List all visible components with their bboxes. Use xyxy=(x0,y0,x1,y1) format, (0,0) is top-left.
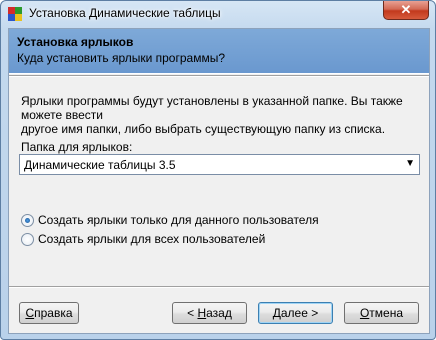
description-text: Ярлыки программы будут установлены в ука… xyxy=(21,94,421,136)
back-mnemonic: Н xyxy=(197,306,207,320)
description-line-1: Ярлыки программы будут установлены в ука… xyxy=(21,94,403,122)
chevron-down-icon[interactable]: ▼ xyxy=(405,158,415,169)
folder-combobox[interactable]: Динамические таблицы 3.5 ▼ xyxy=(19,154,420,175)
back-button[interactable]: < Назад xyxy=(172,302,247,324)
help-label: правка xyxy=(34,306,73,320)
wizard-page-title: Установка ярлыков xyxy=(17,35,134,49)
radio-current-user-label[interactable]: Создать ярлыки только для данного пользо… xyxy=(38,213,319,227)
wizard-client-area: Установка ярлыков Куда установить ярлыки… xyxy=(8,28,430,334)
installer-window: Установка Динамические таблицы ✕ Установ… xyxy=(0,0,436,340)
next-label: алее > xyxy=(280,306,319,320)
cancel-mnemonic: О xyxy=(359,306,370,320)
next-mnemonic: Д xyxy=(272,306,281,320)
help-mnemonic: С xyxy=(25,306,35,320)
wizard-page-subtitle: Куда установить ярлыки программы? xyxy=(17,51,226,65)
help-button[interactable]: Справка xyxy=(19,302,79,324)
radio-button-selected[interactable] xyxy=(21,214,34,227)
app-icon xyxy=(8,7,22,21)
header-divider xyxy=(9,75,429,77)
radio-button[interactable] xyxy=(21,233,34,246)
back-arrow: < xyxy=(187,306,198,320)
back-label: азад xyxy=(206,306,232,320)
cancel-label: тмена xyxy=(369,306,404,320)
wizard-header: Установка ярлыков Куда установить ярлыки… xyxy=(9,29,429,74)
cancel-button[interactable]: Отмена xyxy=(344,302,419,324)
window-title: Установка Динамические таблицы xyxy=(29,6,221,20)
close-icon: ✕ xyxy=(400,2,412,17)
folder-value: Динамические таблицы 3.5 xyxy=(24,158,176,172)
radio-all-users-label[interactable]: Создать ярлыки для всех пользователей xyxy=(38,232,265,246)
description-line-2: другое имя папки, либо выбрать существую… xyxy=(21,122,386,136)
folder-label: Папка для ярлыков: xyxy=(21,140,133,154)
title-bar[interactable]: Установка Динамические таблицы ✕ xyxy=(1,1,435,27)
next-button[interactable]: Далее > xyxy=(258,302,333,324)
footer-divider xyxy=(9,286,429,288)
close-button[interactable]: ✕ xyxy=(383,1,429,20)
